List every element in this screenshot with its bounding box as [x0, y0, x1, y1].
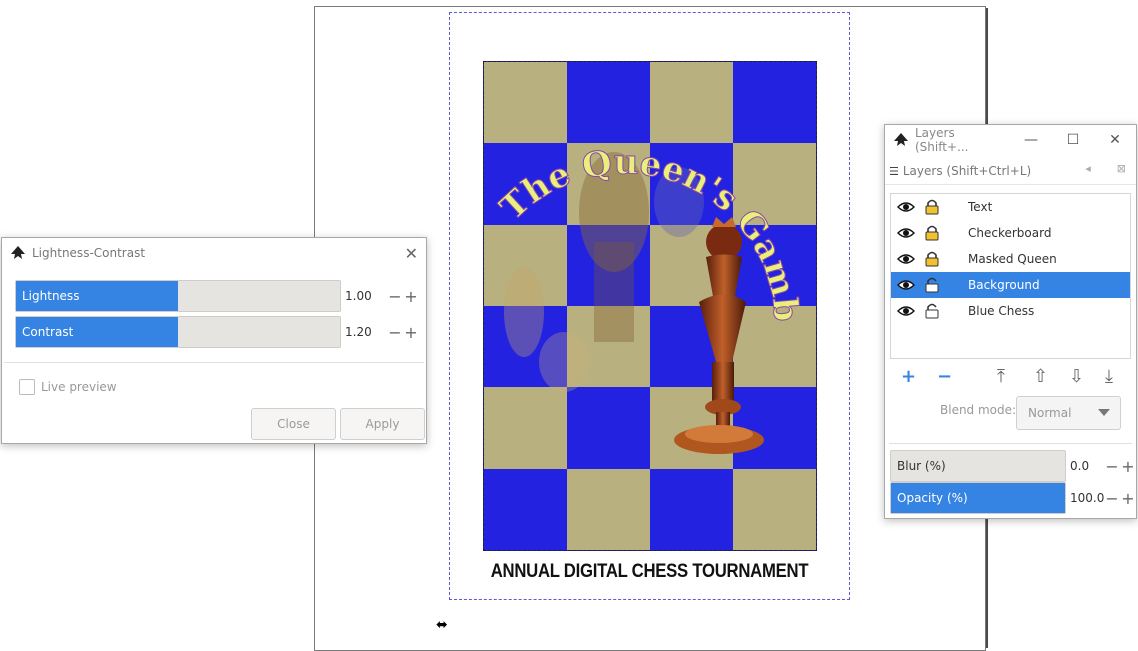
eye-icon[interactable]: [897, 253, 915, 265]
layer-name: Text: [968, 200, 993, 214]
raise-layer-icon[interactable]: ⇧: [1033, 368, 1048, 386]
layer-name: Background: [968, 278, 1040, 292]
contrast-slider[interactable]: Contrast: [15, 316, 341, 348]
plus-icon[interactable]: +: [1120, 457, 1136, 476]
blur-value[interactable]: 0.0: [1066, 459, 1104, 473]
tournament-heading[interactable]: ANNUAL DIGITAL CHESS TOURNAMENT: [473, 561, 826, 583]
opacity-label: Opacity (%): [897, 491, 968, 505]
inkscape-logo-icon: [894, 133, 908, 146]
resize-cursor-icon: ⬌: [436, 617, 448, 633]
tab-layers[interactable]: ☰ Layers (Shift+Ctrl+L) ◂ ⊠: [885, 158, 1136, 185]
live-preview-option[interactable]: Live preview: [19, 379, 117, 395]
lightness-label: Lightness: [22, 289, 80, 303]
tab-nav-icon[interactable]: ◂: [1085, 162, 1091, 175]
layers-icon: ☰: [889, 164, 899, 178]
inkscape-logo-icon: [11, 246, 25, 259]
plus-icon[interactable]: +: [1120, 489, 1136, 508]
opacity-slider[interactable]: Opacity (%): [890, 482, 1066, 514]
lightness-spinbutton[interactable]: Lightness 1.00 − +: [15, 280, 419, 312]
contrast-spinbutton[interactable]: Contrast 1.20 − +: [15, 316, 419, 348]
contrast-value[interactable]: 1.20: [341, 325, 387, 339]
layer-name: Masked Queen: [968, 252, 1057, 266]
minus-icon[interactable]: −: [1104, 489, 1120, 508]
dialog-title: Layers (Shift+...: [915, 126, 969, 154]
poster-image[interactable]: The Queen's Gambit: [483, 61, 817, 551]
layers-dialog: Layers (Shift+... — ☐ ✕ ☰ Layers (Shift+…: [884, 124, 1137, 519]
layer-row[interactable]: Background: [891, 272, 1130, 298]
tab-label: Layers (Shift+Ctrl+L): [902, 164, 1032, 178]
opacity-spinbutton[interactable]: Opacity (%) 100.0 − +: [890, 482, 1136, 514]
eye-icon[interactable]: [897, 279, 915, 291]
lower-layer-icon[interactable]: ⇩: [1069, 368, 1084, 386]
unlock-icon[interactable]: [925, 303, 939, 319]
live-preview-label: Live preview: [41, 380, 117, 394]
layer-name: Checkerboard: [968, 226, 1052, 240]
layer-row[interactable]: Checkerboard: [891, 220, 1130, 246]
minus-icon[interactable]: −: [387, 287, 403, 306]
close-tab-icon[interactable]: ⊠: [1117, 162, 1126, 175]
minus-icon[interactable]: −: [387, 323, 403, 342]
minus-icon[interactable]: −: [1104, 457, 1120, 476]
opacity-value[interactable]: 100.0: [1066, 491, 1104, 505]
contrast-label: Contrast: [22, 325, 74, 339]
plus-icon[interactable]: +: [403, 323, 419, 342]
eye-icon[interactable]: [897, 201, 915, 213]
blend-mode-select[interactable]: Normal: [1016, 396, 1121, 430]
layer-row[interactable]: Masked Queen: [891, 246, 1130, 272]
lock-icon[interactable]: [925, 251, 939, 267]
unlock-icon[interactable]: [925, 277, 939, 293]
layer-name: Blue Chess: [968, 304, 1035, 318]
remove-layer-icon[interactable]: −: [937, 368, 952, 386]
layer-row[interactable]: Text: [891, 194, 1130, 220]
plus-icon[interactable]: +: [403, 287, 419, 306]
eye-icon[interactable]: [897, 227, 915, 239]
poster-title-text: The Queen's Gambit: [484, 62, 806, 324]
apply-button[interactable]: Apply: [340, 408, 425, 440]
maximize-icon[interactable]: ☐: [1052, 125, 1094, 155]
lightness-value[interactable]: 1.00: [341, 289, 387, 303]
close-button[interactable]: Close: [251, 408, 336, 440]
blend-mode-row: Blend mode:: [940, 403, 1016, 417]
divider: [4, 362, 424, 363]
dialog-titlebar[interactable]: Layers (Shift+... — ☐ ✕: [885, 125, 1136, 155]
divider: [889, 443, 1132, 444]
raise-to-top-icon[interactable]: ⤒: [997, 368, 1005, 386]
dialog-titlebar[interactable]: Lightness-Contrast: [2, 238, 426, 268]
lock-icon[interactable]: [925, 225, 939, 241]
eye-icon[interactable]: [897, 305, 915, 317]
blur-slider[interactable]: Blur (%): [890, 450, 1066, 482]
lower-to-bottom-icon[interactable]: ⤓: [1105, 368, 1113, 386]
layer-toolbar: + − ⤒ ⇧ ⇩ ⤓: [897, 368, 1127, 390]
blend-mode-value: Normal: [1028, 406, 1072, 420]
chevron-down-icon: [1098, 409, 1110, 416]
blend-mode-label: Blend mode:: [940, 403, 1017, 417]
layers-list: Text Checkerboard Masked Queen Background Bl…: [890, 193, 1131, 359]
lightness-slider[interactable]: Lightness: [15, 280, 341, 312]
blur-label: Blur (%): [897, 459, 946, 473]
add-layer-icon[interactable]: +: [901, 368, 916, 386]
dialog-title: Lightness-Contrast: [32, 246, 146, 260]
close-icon[interactable]: ✕: [405, 244, 418, 263]
layer-row[interactable]: Blue Chess: [891, 298, 1130, 324]
close-icon[interactable]: ✕: [1094, 125, 1136, 155]
lightness-contrast-dialog: Lightness-Contrast ✕ Lightness 1.00 − + …: [1, 237, 427, 444]
blur-spinbutton[interactable]: Blur (%) 0.0 − +: [890, 450, 1136, 482]
lock-icon[interactable]: [925, 199, 939, 215]
minimize-icon[interactable]: —: [1010, 125, 1052, 155]
live-preview-checkbox[interactable]: [19, 379, 35, 395]
poster-title-arc: The Queen's Gambit: [484, 62, 806, 323]
